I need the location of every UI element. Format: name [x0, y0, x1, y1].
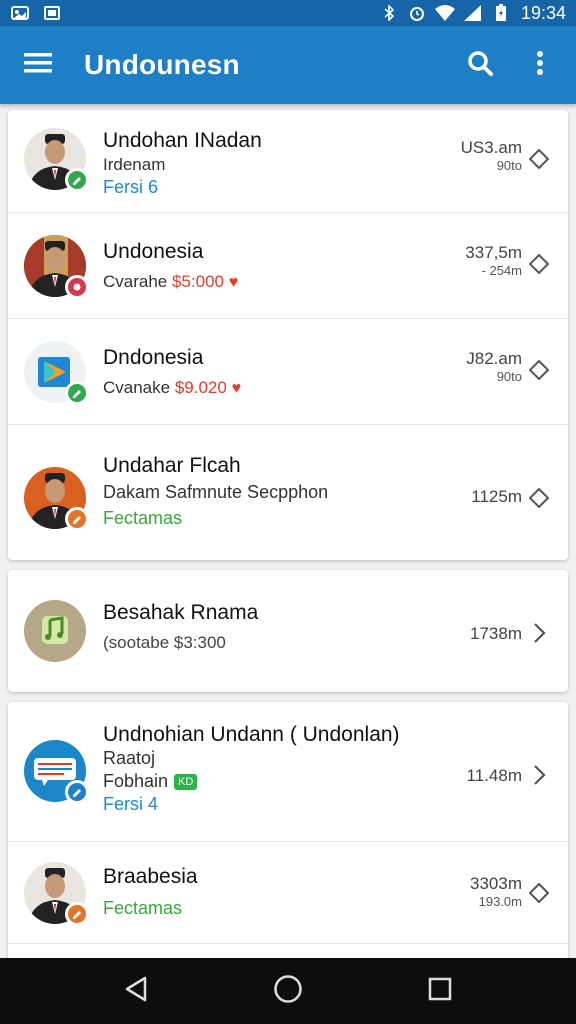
search-button[interactable] [450, 35, 510, 95]
item-time: 1125m [471, 487, 522, 506]
list-card: Undnohian Undann ( Undonlan) Raatoj Fobh… [8, 702, 568, 958]
diamond-chevron-icon [528, 359, 550, 381]
diamond-chevron-icon [528, 882, 550, 904]
list-card: Besahak Rnama (sootabe $3:300 1738m [8, 570, 568, 692]
search-icon [466, 49, 494, 82]
heart-icon: ♥ [228, 274, 239, 291]
list-item[interactable]: Braabesia Fectamas 3303m 193.0m [8, 842, 568, 944]
status-badge [65, 780, 89, 804]
item-time: 337,5m [465, 243, 522, 262]
status-bar: 19:34 [0, 0, 576, 26]
status-badge [65, 507, 89, 531]
back-button[interactable] [106, 961, 166, 1021]
list-item[interactable]: Undahar Flcah Dakam Safmnute Secpphon Fe… [8, 425, 568, 560]
item-subtitle: Cvarahe [103, 272, 168, 291]
avatar [24, 740, 89, 804]
item-title: Undohan INadan [103, 129, 262, 152]
wifi-icon [434, 5, 455, 21]
more-vert-icon [536, 50, 544, 81]
item-title: Dndonesia [103, 346, 204, 369]
battery-icon [491, 4, 511, 21]
item-price: $5:000 [172, 272, 224, 291]
item-time: 3303m [470, 874, 522, 893]
app-title: Undounesn [84, 49, 240, 80]
item-time: 1738m [470, 624, 522, 643]
status-time: 19:34 [520, 2, 566, 23]
diamond-chevron-icon [528, 487, 550, 509]
status-badge [65, 381, 89, 405]
item-tag: KD [174, 774, 198, 791]
list-item[interactable]: Undohan INadan Irdenam Fersi 6 US3.am 90… [8, 110, 568, 213]
chevron-right-icon [528, 622, 550, 644]
recents-button[interactable] [410, 961, 470, 1021]
status-badge [65, 902, 89, 926]
item-subtitle-row: Cvarahe $5:000 ♥ [103, 270, 488, 294]
item-subtitle-row: Cvanake $9.020 ♥ [103, 376, 488, 400]
avatar [24, 600, 86, 662]
avatar [24, 862, 89, 926]
item-subtitle: (sootabe $3:300 [103, 633, 226, 652]
chevron-right-icon [528, 764, 550, 786]
item-time: US3.am [460, 138, 522, 157]
item-title: Undnohian Undann ( Undonlan) [103, 723, 400, 746]
status-badge [65, 168, 89, 192]
back-icon [123, 975, 149, 1008]
photo-icon [10, 5, 30, 21]
item-subtitle: Cvanake [103, 378, 171, 397]
home-icon [273, 974, 303, 1009]
diamond-chevron-icon [528, 148, 550, 170]
avatar [24, 235, 89, 299]
item-version: Fersi 6 [103, 177, 159, 197]
item-size: 90to [496, 158, 522, 173]
recents-icon [428, 977, 452, 1006]
item-version: Fersi 4 [103, 794, 159, 814]
image-icon [42, 5, 62, 21]
item-subtitle: Irdenam [103, 155, 166, 174]
navigation-bar [0, 958, 576, 1024]
menu-button[interactable] [8, 35, 68, 95]
more-options-button[interactable] [510, 35, 570, 95]
item-detail-row: Fobhain KD [103, 770, 508, 793]
item-category: Fectamas [103, 508, 183, 528]
menu-icon [24, 52, 52, 79]
list-card: Undohan INadan Irdenam Fersi 6 US3.am 90… [8, 110, 568, 560]
heart-icon: ♥ [231, 380, 242, 397]
item-category: Fectamas [103, 898, 183, 918]
list-item[interactable]: Undonesia Cvarahe $5:000 ♥ 337,5m - 254m [8, 213, 568, 319]
item-subtitle: Raatoj [103, 748, 156, 768]
item-time: J82.am [466, 349, 522, 368]
item-title: Undonesia [103, 240, 204, 263]
app-bar: Undounesn [0, 26, 576, 104]
alarm-icon [407, 5, 427, 21]
item-time: 11.48m [466, 766, 522, 785]
status-badge [65, 275, 89, 299]
item-title: Undahar Flcah [103, 454, 241, 477]
avatar [24, 128, 89, 192]
item-size: 90to [496, 369, 522, 384]
item-title: Braabesia [103, 865, 198, 888]
list-item[interactable]: Undnohian Undann ( Undonlan) Raatoj Fobh… [8, 702, 568, 842]
item-subtitle: Dakam Safmnute Secpphon [103, 482, 329, 502]
item-price: $9.020 [174, 378, 227, 397]
list-item[interactable]: Besahak Rnama (sootabe $3:300 1738m [8, 570, 568, 692]
avatar [24, 341, 89, 405]
item-size: - 254m [481, 263, 522, 278]
signal-icon [463, 5, 483, 21]
item-detail: Fobhain [103, 771, 169, 791]
bluetooth-icon [379, 5, 399, 21]
home-button[interactable] [258, 961, 318, 1021]
diamond-chevron-icon [528, 253, 550, 275]
item-title: Besahak Rnama [103, 601, 259, 624]
item-size: 193.0m [478, 894, 522, 909]
list-item[interactable]: Dndonesia Cvanake $9.020 ♥ J82.am 90to [8, 319, 568, 425]
avatar [24, 467, 89, 531]
